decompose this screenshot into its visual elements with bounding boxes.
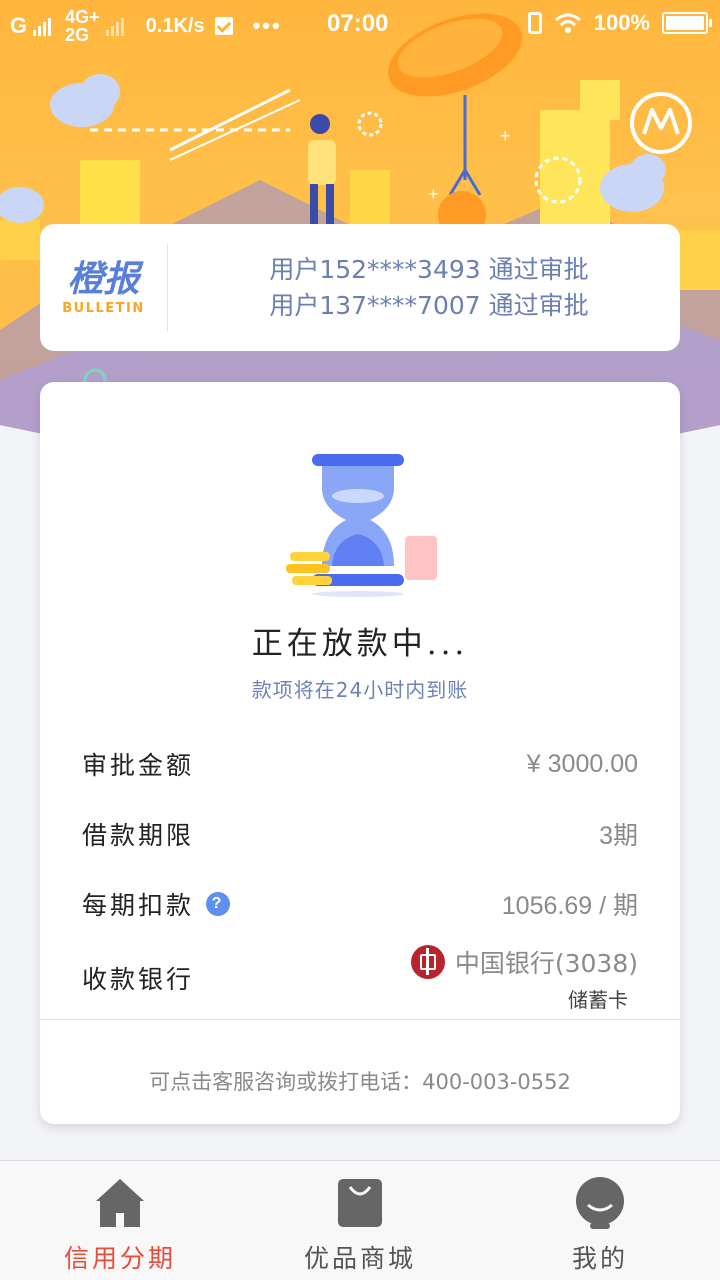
hourglass-icon: [286, 454, 437, 597]
profile-icon: [576, 1177, 624, 1229]
receiving-bank-label: 收款银行: [82, 965, 195, 994]
nav-item-mall[interactable]: 优品商城: [240, 1161, 480, 1280]
installment-row: 每期扣款 ? 1056.69 / 期: [82, 884, 638, 924]
bank-of-china-icon: [410, 944, 445, 979]
nav-label: 我的: [571, 1244, 628, 1273]
bulletin-item: 用户137****7007 通过审批: [269, 290, 589, 320]
vibrate-icon: [527, 12, 542, 34]
customer-service-hotline[interactable]: 可点击客服咨询或拨打电话：400-003-0552: [40, 1066, 680, 1096]
loan-term-value: 3期: [599, 822, 638, 850]
battery-percent: 100%: [593, 10, 650, 35]
nav-label: 优品商城: [303, 1244, 416, 1273]
signal-strength-icon: [33, 16, 52, 36]
network-speed: 0.1K/s: [145, 14, 205, 37]
bulletin-brand-en: BULLETIN: [62, 301, 145, 316]
nav-label: 信用分期: [63, 1244, 176, 1273]
approved-amount-value: ¥ 3000.00: [526, 749, 638, 778]
loan-term-label: 借款期限: [82, 821, 195, 850]
more-notifications-icon: •••: [252, 13, 282, 38]
network-type-secondary: 2G: [65, 25, 90, 45]
card-type: 储蓄卡: [568, 987, 628, 1012]
status-bar: G 4G+ 2G 0.1K/s ••• 07:00 100%: [0, 0, 720, 48]
clock: 07:00: [327, 10, 389, 37]
approved-amount-row: 审批金额 ¥ 3000.00: [82, 744, 638, 784]
bulletin-brand: 橙报 BULLETIN: [40, 244, 168, 331]
installment-label: 每期扣款: [82, 891, 195, 920]
brand-logo-icon[interactable]: [630, 92, 692, 154]
battery-icon: [662, 12, 712, 34]
carrier-label: G: [10, 13, 28, 38]
receiving-bank-value: 中国银行(3038): [454, 948, 638, 978]
loan-status-card: 正在放款中... 款项将在24小时内到账 审批金额 ¥ 3000.00 借款期限…: [40, 382, 680, 1124]
bulletin-brand-cn: 橙报: [67, 258, 140, 300]
bulletin-item: 用户152****3493 通过审批: [269, 254, 589, 284]
divider: [40, 1019, 680, 1020]
help-icon[interactable]: ?: [206, 892, 231, 916]
bulletin-card[interactable]: 橙报 BULLETIN 用户152****3493 通过审批 用户137****…: [40, 224, 680, 351]
approved-amount-label: 审批金额: [82, 751, 195, 780]
installment-value: 1056.69 / 期: [501, 892, 638, 920]
bottom-nav: 信用分期 优品商城 我的: [0, 1160, 720, 1280]
loan-status-subtitle: 款项将在24小时内到账: [251, 678, 469, 702]
loan-status-title: 正在放款中...: [251, 626, 469, 662]
signal-strength-secondary-icon: [105, 16, 124, 36]
nav-item-credit-installment[interactable]: 信用分期: [0, 1161, 240, 1280]
svg-text:+: +: [428, 184, 439, 204]
wifi-icon: [554, 13, 581, 33]
notification-check-icon: [214, 17, 233, 35]
loan-term-row: 借款期限 3期: [82, 814, 638, 854]
bulletin-list: 用户152****3493 通过审批 用户137****7007 通过审批: [168, 255, 680, 321]
home-icon: [96, 1179, 144, 1227]
svg-text:+: +: [500, 126, 511, 146]
nav-item-profile[interactable]: 我的: [480, 1161, 720, 1280]
network-type-primary: 4G+: [65, 7, 100, 27]
receiving-bank-row: 收款银行 中国银行(3038) 储蓄卡: [82, 944, 638, 1012]
shopping-bag-icon: [338, 1179, 382, 1227]
